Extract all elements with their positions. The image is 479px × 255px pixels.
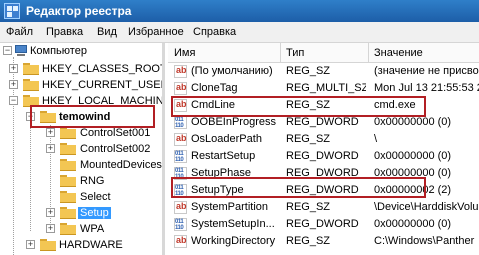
table-row[interactable]: ab (По умолчанию) REG_SZ (значение не присв… bbox=[168, 63, 479, 80]
table-row[interactable]: 011 110 RestartSetup REG_DWORD 0x00000000 (0… bbox=[168, 148, 479, 165]
highlight-box-setuptype bbox=[171, 177, 426, 198]
value-name: SystemSetupIn... bbox=[191, 218, 275, 230]
value-name: CloneTag bbox=[191, 82, 238, 94]
string-value-icon: ab bbox=[174, 65, 187, 78]
string-value-icon: ab bbox=[174, 235, 187, 248]
folder-icon bbox=[60, 175, 76, 187]
tree-item-label: MountedDevices bbox=[80, 159, 162, 171]
menu-file[interactable]: Файл bbox=[6, 26, 33, 38]
expand-icon[interactable]: + bbox=[46, 128, 55, 137]
folder-icon bbox=[60, 127, 76, 139]
registry-editor-window: Редактор реестра Файл Правка Вид Избранн… bbox=[0, 0, 479, 255]
tree-item-label: Компьютер bbox=[30, 45, 87, 57]
table-row[interactable]: 011 110 SystemSetupIn... REG_DWORD 0x0000000… bbox=[168, 216, 479, 233]
value-data: 0x00000000 (0) bbox=[374, 150, 452, 162]
tree-item-hardware[interactable]: + HARDWARE bbox=[0, 237, 162, 253]
folder-icon bbox=[60, 223, 76, 235]
tree-item-label: RNG bbox=[80, 175, 105, 187]
menu-view[interactable]: Вид bbox=[97, 26, 117, 38]
expand-icon[interactable]: + bbox=[26, 240, 35, 249]
tree-item-mounteddevices[interactable]: MountedDevices bbox=[0, 157, 162, 173]
string-value-icon: ab bbox=[174, 201, 187, 214]
tree-item-label: Select bbox=[80, 191, 111, 203]
expand-icon[interactable]: + bbox=[46, 144, 55, 153]
tree-item-hkcu[interactable]: + HKEY_CURRENT_USER bbox=[0, 77, 165, 93]
folder-icon bbox=[23, 79, 39, 91]
folder-icon bbox=[40, 239, 56, 251]
value-type: REG_DWORD bbox=[286, 218, 359, 230]
expand-icon[interactable]: + bbox=[9, 64, 18, 73]
title-bar[interactable]: Редактор реестра bbox=[0, 0, 479, 22]
value-type: REG_SZ bbox=[286, 201, 331, 213]
tree-item-label: HARDWARE bbox=[59, 239, 123, 251]
value-name: OsLoaderPath bbox=[191, 133, 262, 145]
value-type: REG_DWORD bbox=[286, 116, 359, 128]
folder-icon bbox=[60, 191, 76, 203]
binary-value-icon: 011 110 bbox=[174, 116, 187, 129]
value-name: OOBEInProgress bbox=[191, 116, 276, 128]
tree-item-computer[interactable]: − Компьютер bbox=[0, 43, 162, 59]
menu-edit[interactable]: Правка bbox=[46, 26, 83, 38]
folder-icon bbox=[23, 63, 39, 75]
expand-icon[interactable]: + bbox=[46, 208, 55, 217]
value-name: SystemPartition bbox=[191, 201, 269, 213]
tree-item-label: HKEY_CLASSES_ROOT bbox=[42, 63, 165, 75]
value-type: REG_SZ bbox=[286, 133, 331, 145]
tree-item-rng[interactable]: RNG bbox=[0, 173, 162, 189]
menu-help[interactable]: Справка bbox=[193, 26, 236, 38]
table-row[interactable]: ab SystemPartition REG_SZ \Device\HarddiskV… bbox=[168, 199, 479, 216]
value-data: 0x00000000 (0) bbox=[374, 218, 452, 230]
folder-icon bbox=[60, 143, 76, 155]
value-type: REG_SZ bbox=[286, 65, 331, 77]
value-type: REG_SZ bbox=[286, 235, 331, 247]
value-data: C:\Windows\Panther bbox=[374, 235, 475, 247]
menu-favorites[interactable]: Избранное bbox=[128, 26, 184, 38]
binary-value-icon: 011 110 bbox=[174, 150, 187, 163]
tree-item-controlset002[interactable]: + ControlSet002 bbox=[0, 141, 162, 157]
folder-icon bbox=[60, 207, 76, 219]
values-list[interactable]: Имя Тип Значение ab (По умолчанию) REG_SZ (… bbox=[168, 43, 479, 255]
list-header: Имя Тип Значение bbox=[168, 43, 479, 63]
collapse-icon[interactable]: − bbox=[3, 46, 12, 55]
menu-bar: Файл Правка Вид Избранное Справка bbox=[0, 22, 479, 43]
tree-item-hkcr[interactable]: + HKEY_CLASSES_ROOT bbox=[0, 61, 165, 77]
binary-value-icon: 011 110 bbox=[174, 218, 187, 231]
expand-icon[interactable]: + bbox=[9, 80, 18, 89]
tree-item-label: Setup bbox=[78, 207, 111, 219]
value-data: (значение не присво bbox=[374, 65, 479, 77]
highlight-box-cmdline bbox=[171, 96, 426, 117]
value-type: REG_DWORD bbox=[286, 150, 359, 162]
key-tree[interactable]: − Компьютер + HKEY_CLASSES_ROOT + HKEY_C… bbox=[0, 43, 165, 255]
expand-icon[interactable]: + bbox=[46, 224, 55, 233]
window-title: Редактор реестра bbox=[26, 4, 132, 18]
string-value-icon: ab bbox=[174, 133, 187, 146]
tree-item-label: ControlSet001 bbox=[80, 127, 151, 139]
column-header-value[interactable]: Значение bbox=[374, 47, 423, 59]
column-header-type[interactable]: Тип bbox=[286, 47, 304, 59]
folder-icon bbox=[60, 159, 76, 171]
tree-item-setup[interactable]: + Setup bbox=[0, 205, 162, 221]
highlight-box-temowind bbox=[30, 105, 155, 128]
value-name: (По умолчанию) bbox=[191, 65, 273, 77]
column-header-name[interactable]: Имя bbox=[174, 47, 195, 59]
tree-item-label: ControlSet002 bbox=[80, 143, 151, 155]
table-row[interactable]: ab OsLoaderPath REG_SZ \ bbox=[168, 131, 479, 148]
value-data: \Device\HarddiskVolu bbox=[374, 201, 479, 213]
registry-editor-icon bbox=[4, 3, 20, 19]
tree-item-label: HKEY_CURRENT_USER bbox=[42, 79, 165, 91]
collapse-icon[interactable]: − bbox=[9, 96, 18, 105]
computer-icon bbox=[14, 45, 28, 57]
table-row[interactable]: ab CloneTag REG_MULTI_SZ Mon Jul 13 21:55:5… bbox=[168, 80, 479, 97]
value-name: RestartSetup bbox=[191, 150, 256, 162]
value-name: WorkingDirectory bbox=[191, 235, 276, 247]
table-row[interactable]: ab WorkingDirectory REG_SZ C:\Windows\Panth… bbox=[168, 233, 479, 250]
value-data: Mon Jul 13 21:55:53 2 bbox=[374, 82, 479, 94]
value-type: REG_MULTI_SZ bbox=[286, 82, 366, 94]
value-data: \ bbox=[374, 133, 378, 145]
tree-item-label: WPA bbox=[80, 223, 105, 235]
tree-item-select[interactable]: Select bbox=[0, 189, 162, 205]
string-value-icon: ab bbox=[174, 82, 187, 95]
tree-item-wpa[interactable]: + WPA bbox=[0, 221, 162, 237]
value-data: 0x00000000 (0) bbox=[374, 116, 452, 128]
